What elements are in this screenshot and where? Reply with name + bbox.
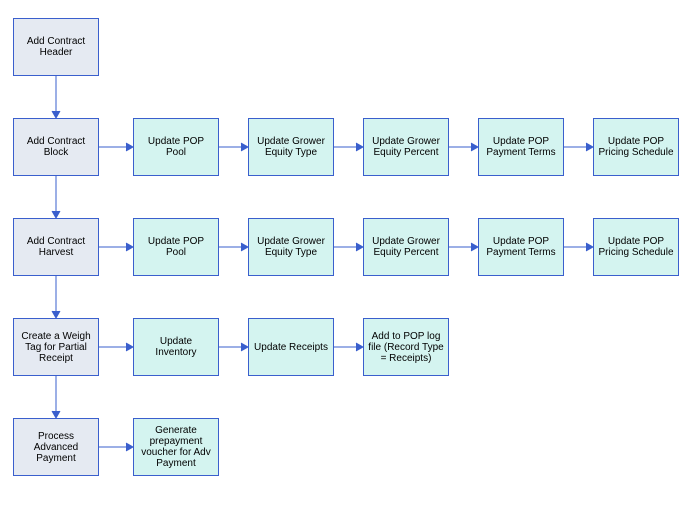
node-update-pop-pricing-schedule-harvest: Update POP Pricing Schedule (593, 218, 679, 276)
node-add-to-pop-log: Add to POP log file (Record Type = Recei… (363, 318, 449, 376)
node-update-pop-payment-terms-harvest: Update POP Payment Terms (478, 218, 564, 276)
node-update-pop-pricing-schedule-block: Update POP Pricing Schedule (593, 118, 679, 176)
node-add-contract-harvest: Add Contract Harvest (13, 218, 99, 276)
flow-arrows (0, 0, 683, 514)
node-update-pop-pool-block: Update POP Pool (133, 118, 219, 176)
node-update-grower-equity-type-harvest: Update Grower Equity Type (248, 218, 334, 276)
node-generate-prepayment: Generate prepayment voucher for Adv Paym… (133, 418, 219, 476)
node-update-pop-payment-terms-block: Update POP Payment Terms (478, 118, 564, 176)
node-add-contract-block: Add Contract Block (13, 118, 99, 176)
node-update-pop-pool-harvest: Update POP Pool (133, 218, 219, 276)
node-add-contract-header: Add Contract Header (13, 18, 99, 76)
node-process-adv-payment: Process Advanced Payment (13, 418, 99, 476)
node-update-inventory: Update Inventory (133, 318, 219, 376)
node-update-grower-equity-type-block: Update Grower Equity Type (248, 118, 334, 176)
node-update-receipts: Update Receipts (248, 318, 334, 376)
node-update-grower-equity-percent-block: Update Grower Equity Percent (363, 118, 449, 176)
node-update-grower-equity-percent-harvest: Update Grower Equity Percent (363, 218, 449, 276)
node-create-weigh-tag: Create a Weigh Tag for Partial Receipt (13, 318, 99, 376)
